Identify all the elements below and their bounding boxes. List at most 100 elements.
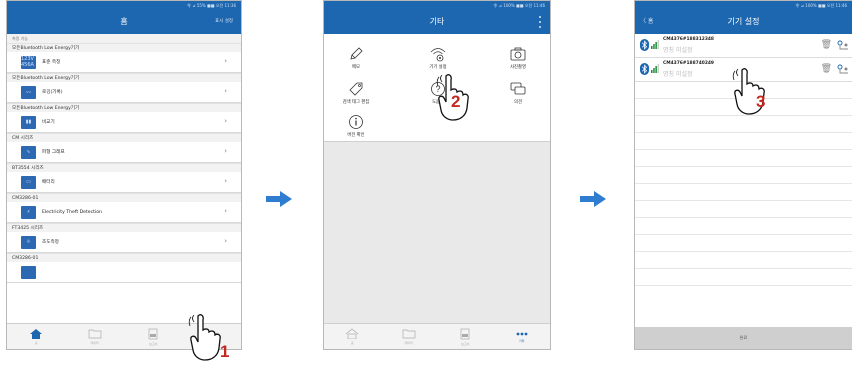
- measurement-item-label: 로깅(기록): [42, 90, 63, 95]
- connect-icon[interactable]: [836, 40, 850, 51]
- info-icon: [349, 115, 363, 129]
- tab-report[interactable]: 보고서: [124, 324, 183, 349]
- measurement-item[interactable]: ∿ 파형 그래프 ›: [7, 142, 241, 162]
- measurement-item[interactable]: [7, 262, 241, 282]
- app-bar: 홈 표시 설정: [7, 10, 241, 34]
- tab-home[interactable]: 홈: [324, 324, 381, 349]
- device-row[interactable]: CM4376#188312348 명칭 미설정 🗑: [635, 34, 852, 58]
- home-icon: [30, 329, 43, 339]
- menu-item-memo[interactable]: 메모: [326, 44, 386, 76]
- tab-label: 데이터: [404, 341, 413, 345]
- instruction-figure: 令 ⊿ 55% ■■ 오전 11:36 홈 표시 설정 측정 기능 모든Blue…: [0, 0, 852, 370]
- step-number: 3: [756, 92, 766, 111]
- measurement-item[interactable]: ☼ 조도측정 ›: [7, 232, 241, 252]
- menu-item-label: 기기 설정: [429, 65, 447, 70]
- measurement-group: 모든Bluetooth Low Energy기기 ▮▮ 비교기 ›: [7, 103, 241, 133]
- measurement-item[interactable]: ⚡ Electricity Theft Detection ›: [7, 202, 241, 222]
- empty-row: [635, 133, 852, 150]
- camera-icon: [510, 47, 526, 61]
- step-number: 1: [220, 342, 230, 361]
- empty-row: [635, 116, 852, 133]
- done-button[interactable]: 완료: [635, 327, 852, 349]
- menu-item-label: 의견: [514, 100, 522, 105]
- tab-data[interactable]: 데이터: [66, 324, 125, 349]
- measurement-list: 측정 기능 모든Bluetooth Low Energy기기 123V 456A 표…: [7, 34, 241, 323]
- function-icon: [21, 265, 36, 279]
- measurement-item[interactable]: 123V 456A 표준 측정 ›: [7, 52, 241, 72]
- chevron-right-icon: ›: [224, 177, 227, 185]
- measurement-item-label: 비교기: [42, 120, 55, 125]
- trash-icon[interactable]: 🗑: [821, 64, 832, 74]
- display-settings-button[interactable]: 표시 설정: [215, 10, 233, 34]
- tab-label: 데이터: [90, 341, 99, 345]
- tab-label: 기타: [518, 338, 525, 343]
- chevron-right-icon: ›: [224, 87, 227, 95]
- signal-icon: [651, 40, 659, 49]
- group-header: CM 시리즈: [7, 133, 241, 142]
- tab-report[interactable]: 보고서: [437, 324, 494, 349]
- chevron-right-icon: ›: [224, 57, 227, 65]
- measurement-item-label: 파형 그래프: [42, 150, 65, 155]
- pencil-icon: [350, 47, 363, 60]
- chevron-right-icon: ›: [224, 117, 227, 125]
- connect-icon[interactable]: [836, 64, 850, 75]
- tab-label: 보고서: [461, 341, 470, 346]
- tab-more[interactable]: 기타: [494, 324, 551, 349]
- device-name: CM4376#188312348: [663, 37, 714, 42]
- menu-item-search-tag[interactable]: 검색 태그 편집: [326, 79, 386, 111]
- measurement-item[interactable]: ▮▮ 비교기 ›: [7, 112, 241, 132]
- signal-icon: [651, 64, 659, 73]
- chevron-right-icon: ›: [224, 147, 227, 155]
- measurement-group: CM3286-01: [7, 253, 241, 283]
- arrow-right-icon: [580, 191, 606, 207]
- menu-item-label: 버전 확인: [347, 133, 365, 138]
- device-nickname: 명칭 미설정: [663, 71, 693, 78]
- empty-row: [635, 235, 852, 252]
- tablet-screen-other: 令 ⊿ 100% ■■ 오전 11:46 기타 메모 기기 설정 사진촬영 검색…: [323, 0, 551, 350]
- measurement-group: 모든Bluetooth Low Energy기기 123V 456A 표준 측정 ›: [7, 43, 241, 73]
- report-icon: [460, 328, 470, 339]
- tab-data[interactable]: 데이터: [381, 324, 438, 349]
- measurement-item-label: 배터리: [42, 180, 55, 185]
- group-header: 모든Bluetooth Low Energy기기: [7, 43, 241, 52]
- menu-item-version[interactable]: 버전 확인: [326, 112, 386, 144]
- menu-item-camera[interactable]: 사진촬영: [488, 44, 548, 76]
- app-bar: 기타: [324, 10, 550, 34]
- app-bar: 〈 홈 기기 설정: [635, 10, 852, 34]
- empty-row: [635, 184, 852, 201]
- tab-label: 홈: [350, 341, 354, 345]
- folder-icon: [88, 329, 102, 339]
- tab-bar: 홈 데이터 보고서 기타: [324, 323, 550, 349]
- menu-item-feedback[interactable]: 의견: [488, 79, 548, 111]
- measurement-item[interactable]: ▭ 배터리 ›: [7, 172, 241, 192]
- empty-area: [324, 142, 550, 323]
- hand-pointer-icon: [732, 68, 765, 115]
- empty-row: [635, 167, 852, 184]
- trash-icon[interactable]: 🗑: [821, 40, 832, 50]
- tag-icon: [349, 82, 363, 96]
- measurement-group: BT3554 시리즈 ▭ 배터리 ›: [7, 163, 241, 193]
- measurement-group: CM3286-01 ⚡ Electricity Theft Detection ›: [7, 193, 241, 223]
- function-icon: ☼: [21, 235, 36, 249]
- group-header: CM3286-01: [7, 253, 241, 262]
- menu-item-label: 사진촬영: [510, 65, 526, 70]
- tablet-screen-device-settings: 令 ⊿ 100% ■■ 오전 11:46 〈 홈 기기 설정 CM4376#18…: [634, 0, 852, 350]
- measurement-group: FT3425 시리즈 ☼ 조도측정 ›: [7, 223, 241, 253]
- overflow-menu-icon[interactable]: [538, 16, 541, 28]
- device-name: CM4376#188740249: [663, 61, 714, 66]
- group-header: 모든Bluetooth Low Energy기기: [7, 103, 241, 112]
- more-icon: [516, 332, 528, 335]
- measurement-group: 모든Bluetooth Low Energy기기 〰 로깅(기록) ›: [7, 73, 241, 103]
- tab-home[interactable]: 홈: [7, 324, 66, 349]
- empty-row: [635, 269, 852, 286]
- bluetooth-icon: [640, 63, 649, 75]
- step-number: 2: [451, 92, 461, 111]
- measurement-item-label: 표준 측정: [42, 60, 61, 65]
- measurement-item[interactable]: 〰 로깅(기록) ›: [7, 82, 241, 102]
- tablet-screen-home: 令 ⊿ 55% ■■ 오전 11:36 홈 표시 설정 측정 기능 모든Blue…: [6, 0, 242, 350]
- empty-row: [635, 201, 852, 218]
- home-icon: [346, 328, 359, 339]
- page-title: 기타: [429, 17, 445, 26]
- status-bar: 令 ⊿ 100% ■■ 오전 11:46: [635, 1, 852, 10]
- measurement-item-label: Electricity Theft Detection: [42, 209, 102, 215]
